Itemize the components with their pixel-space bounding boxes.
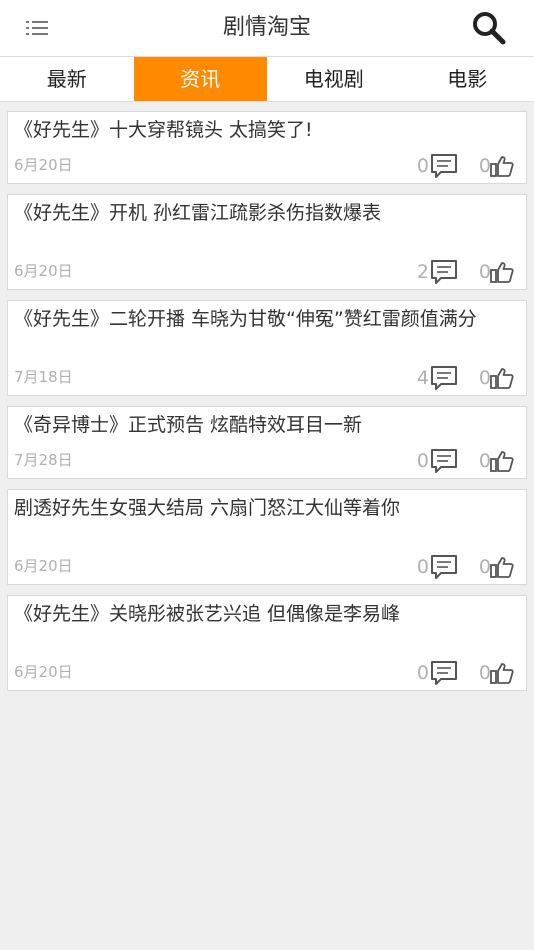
app-header: 剧情淘宝 [0,0,534,57]
tab-news[interactable]: 资讯 [133,57,267,101]
article-card[interactable]: 《好先生》关晓彤被张艺兴追 但偶像是李易峰 6月20日 0 0 [7,595,527,691]
comment-count: 0 [416,450,429,472]
comment-icon[interactable] [430,259,458,285]
article-card[interactable]: 《奇异博士》正式预告 炫酷特效耳目一新 7月28日 0 0 [7,406,527,479]
article-title: 《好先生》十大穿帮镜头 太搞笑了! [14,119,313,141]
tab-latest[interactable]: 最新 [0,57,134,101]
thumbs-up-icon[interactable] [490,261,514,283]
article-title: 《好先生》二轮开播 车晓为甘敬“伸冤”赞红雷颜值满分 [14,308,477,330]
article-date: 7月28日 [14,451,73,469]
article-list: 《好先生》十大穿帮镜头 太搞笑了! 6月20日 0 0 《好先生》开机 孙红雷江… [7,111,527,701]
tab-tv-series[interactable]: 电视剧 [267,57,401,101]
thumbs-up-icon[interactable] [490,367,514,389]
comment-icon[interactable] [430,554,458,580]
thumbs-up-icon[interactable] [490,155,514,177]
comment-icon[interactable] [430,660,458,686]
article-date: 6月20日 [14,156,73,174]
search-icon[interactable] [471,10,507,46]
article-title: 剧透好先生女强大结局 六扇门怒江大仙等着你 [14,497,401,519]
article-card[interactable]: 《好先生》十大穿帮镜头 太搞笑了! 6月20日 0 0 [7,111,527,184]
article-date: 6月20日 [14,557,73,575]
comment-count: 4 [416,367,429,389]
tab-movies[interactable]: 电影 [401,57,534,101]
article-card[interactable]: 《好先生》二轮开播 车晓为甘敬“伸冤”赞红雷颜值满分 7月18日 4 0 [7,300,527,396]
category-tabs: 最新 资讯 电视剧 电影 [0,57,534,102]
article-card[interactable]: 《好先生》开机 孙红雷江疏影杀伤指数爆表 6月20日 2 0 [7,194,527,290]
article-date: 6月20日 [14,262,73,280]
comment-count: 0 [416,155,429,177]
comment-icon[interactable] [430,153,458,179]
article-title: 《好先生》关晓彤被张艺兴追 但偶像是李易峰 [14,603,401,625]
comment-icon[interactable] [430,448,458,474]
comment-count: 2 [416,261,429,283]
comment-count: 0 [416,556,429,578]
article-title: 《好先生》开机 孙红雷江疏影杀伤指数爆表 [14,202,382,224]
article-date: 6月20日 [14,663,73,681]
thumbs-up-icon[interactable] [490,556,514,578]
thumbs-up-icon[interactable] [490,450,514,472]
comment-count: 0 [416,662,429,684]
page-title: 剧情淘宝 [222,15,311,40]
article-date: 7月18日 [14,368,73,386]
thumbs-up-icon[interactable] [490,662,514,684]
article-card[interactable]: 剧透好先生女强大结局 六扇门怒江大仙等着你 6月20日 0 0 [7,489,527,585]
comment-icon[interactable] [430,365,458,391]
article-title: 《奇异博士》正式预告 炫酷特效耳目一新 [14,414,363,436]
